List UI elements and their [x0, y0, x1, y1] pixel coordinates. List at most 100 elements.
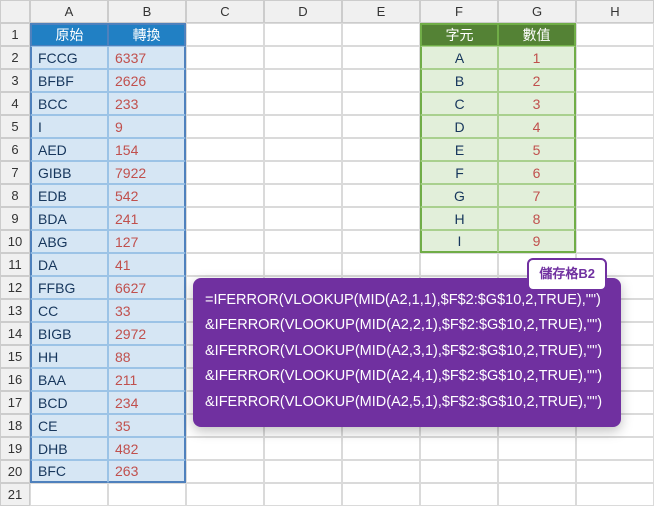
empty-cell[interactable] — [342, 437, 420, 460]
data-converted[interactable]: 33 — [108, 299, 186, 322]
empty-cell[interactable] — [186, 115, 264, 138]
data-converted[interactable]: 211 — [108, 368, 186, 391]
data-original[interactable]: AED — [30, 138, 108, 161]
data-converted[interactable]: 234 — [108, 391, 186, 414]
data-converted[interactable]: 542 — [108, 184, 186, 207]
data-original[interactable]: BDA — [30, 207, 108, 230]
row-header[interactable]: 10 — [0, 230, 30, 253]
empty-cell[interactable] — [264, 460, 342, 483]
empty-cell[interactable] — [186, 184, 264, 207]
data-converted[interactable]: 2972 — [108, 322, 186, 345]
empty-cell[interactable] — [576, 46, 654, 69]
empty-cell[interactable] — [576, 230, 654, 253]
empty-cell[interactable] — [576, 92, 654, 115]
column-header[interactable]: D — [264, 0, 342, 23]
empty-cell[interactable] — [498, 460, 576, 483]
row-header[interactable]: 19 — [0, 437, 30, 460]
data-original[interactable]: CE — [30, 414, 108, 437]
empty-cell[interactable] — [30, 483, 108, 506]
empty-cell[interactable] — [264, 253, 342, 276]
empty-cell[interactable] — [186, 230, 264, 253]
empty-cell[interactable] — [186, 92, 264, 115]
data-value[interactable]: 7 — [498, 184, 576, 207]
row-header[interactable]: 14 — [0, 322, 30, 345]
empty-cell[interactable] — [342, 483, 420, 506]
data-original[interactable]: BIGB — [30, 322, 108, 345]
empty-cell[interactable] — [420, 460, 498, 483]
data-converted[interactable]: 88 — [108, 345, 186, 368]
row-header[interactable]: 16 — [0, 368, 30, 391]
empty-cell[interactable] — [342, 46, 420, 69]
empty-cell[interactable] — [576, 460, 654, 483]
data-value[interactable]: 2 — [498, 69, 576, 92]
empty-cell[interactable] — [498, 437, 576, 460]
row-header[interactable]: 17 — [0, 391, 30, 414]
data-original[interactable]: CC — [30, 299, 108, 322]
spreadsheet-grid[interactable]: ABCDEFGH1原始轉換字元數值2FCCG6337A13BFBF2626B24… — [0, 0, 655, 506]
empty-cell[interactable] — [186, 23, 264, 46]
data-char[interactable]: E — [420, 138, 498, 161]
empty-cell[interactable] — [186, 46, 264, 69]
empty-cell[interactable] — [186, 161, 264, 184]
data-value[interactable]: 6 — [498, 161, 576, 184]
empty-cell[interactable] — [576, 69, 654, 92]
row-header[interactable]: 6 — [0, 138, 30, 161]
data-original[interactable]: EDB — [30, 184, 108, 207]
column-header[interactable]: H — [576, 0, 654, 23]
data-char[interactable]: B — [420, 69, 498, 92]
data-value[interactable]: 3 — [498, 92, 576, 115]
empty-cell[interactable] — [264, 483, 342, 506]
data-original[interactable]: DHB — [30, 437, 108, 460]
empty-cell[interactable] — [342, 138, 420, 161]
data-original[interactable]: DA — [30, 253, 108, 276]
column-header[interactable]: G — [498, 0, 576, 23]
data-char[interactable]: A — [420, 46, 498, 69]
data-char[interactable]: G — [420, 184, 498, 207]
empty-cell[interactable] — [498, 483, 576, 506]
empty-cell[interactable] — [576, 184, 654, 207]
data-converted[interactable]: 154 — [108, 138, 186, 161]
empty-cell[interactable] — [186, 253, 264, 276]
empty-cell[interactable] — [186, 460, 264, 483]
data-original[interactable]: BFBF — [30, 69, 108, 92]
data-char[interactable]: I — [420, 230, 498, 253]
empty-cell[interactable] — [342, 161, 420, 184]
row-header[interactable]: 2 — [0, 46, 30, 69]
empty-cell[interactable] — [576, 437, 654, 460]
data-original[interactable]: FCCG — [30, 46, 108, 69]
row-header[interactable]: 13 — [0, 299, 30, 322]
empty-cell[interactable] — [342, 253, 420, 276]
row-header[interactable]: 9 — [0, 207, 30, 230]
data-converted[interactable]: 482 — [108, 437, 186, 460]
empty-cell[interactable] — [264, 69, 342, 92]
empty-cell[interactable] — [186, 207, 264, 230]
empty-cell[interactable] — [264, 92, 342, 115]
data-value[interactable]: 4 — [498, 115, 576, 138]
empty-cell[interactable] — [576, 115, 654, 138]
empty-cell[interactable] — [264, 184, 342, 207]
empty-cell[interactable] — [576, 161, 654, 184]
data-value[interactable]: 5 — [498, 138, 576, 161]
column-header[interactable]: B — [108, 0, 186, 23]
empty-cell[interactable] — [576, 23, 654, 46]
empty-cell[interactable] — [264, 138, 342, 161]
empty-cell[interactable] — [342, 23, 420, 46]
column-header[interactable]: E — [342, 0, 420, 23]
data-converted[interactable]: 241 — [108, 207, 186, 230]
empty-cell[interactable] — [186, 437, 264, 460]
row-header[interactable]: 11 — [0, 253, 30, 276]
data-char[interactable]: D — [420, 115, 498, 138]
data-original[interactable]: ABG — [30, 230, 108, 253]
data-original[interactable]: BCC — [30, 92, 108, 115]
empty-cell[interactable] — [342, 69, 420, 92]
empty-cell[interactable] — [264, 230, 342, 253]
data-converted[interactable]: 127 — [108, 230, 186, 253]
data-converted[interactable]: 233 — [108, 92, 186, 115]
empty-cell[interactable] — [342, 92, 420, 115]
empty-cell[interactable] — [342, 460, 420, 483]
row-header[interactable]: 18 — [0, 414, 30, 437]
row-header[interactable]: 21 — [0, 483, 30, 506]
row-header[interactable]: 4 — [0, 92, 30, 115]
row-header[interactable]: 7 — [0, 161, 30, 184]
row-header[interactable]: 12 — [0, 276, 30, 299]
